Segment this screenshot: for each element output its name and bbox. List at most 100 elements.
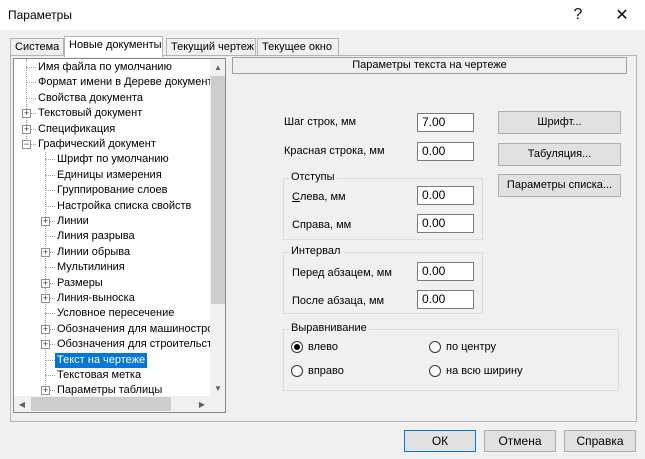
expand-icon[interactable]: +	[41, 278, 50, 288]
first-line-input[interactable]: 0.00	[417, 142, 474, 161]
tree-item-label: Свойства документа	[38, 91, 143, 104]
tree-item[interactable]: Мультилиния	[14, 260, 210, 275]
ok-button[interactable]: ОК	[404, 430, 476, 452]
tree-item[interactable]: Текст на чертеже	[14, 352, 210, 368]
expand-icon[interactable]: +	[41, 324, 50, 334]
tree-item[interactable]: Настройка списка свойств	[14, 199, 210, 214]
expand-icon[interactable]: +	[22, 124, 31, 134]
interval-after-input[interactable]: 0.00	[417, 290, 474, 309]
align-center-radio[interactable]	[429, 341, 441, 353]
expand-icon[interactable]: +	[41, 386, 50, 396]
scroll-left-icon[interactable]: ◀	[14, 396, 30, 412]
scroll-right-icon[interactable]: ▶	[194, 396, 210, 412]
tree-item[interactable]: Имя файла по умолчанию	[14, 60, 210, 75]
interval-after-label: После абзаца, мм	[292, 295, 385, 307]
align-right-label[interactable]: вправо	[308, 365, 344, 377]
tree-item-label: Размеры	[57, 276, 103, 289]
scroll-up-icon[interactable]: ▲	[210, 59, 225, 75]
tree-vertical-scrollbar[interactable]: ▲ ▼	[210, 59, 225, 396]
settings-tree[interactable]: Имя файла по умолчанию Формат имени в Дер…	[13, 58, 226, 413]
tree-item[interactable]: + Обозначения для строительства	[14, 337, 224, 352]
align-left-label[interactable]: влево	[308, 341, 338, 353]
cancel-button[interactable]: Отмена	[484, 430, 556, 452]
tree-item[interactable]: Текстовая метка	[14, 368, 210, 383]
tree-item-label: Условное пересечение	[57, 307, 175, 320]
tab-system[interactable]: Система	[10, 38, 64, 56]
tree-horizontal-scrollbar[interactable]: ◀ ▶	[14, 396, 210, 412]
tree-item[interactable]: Группирование слоев	[14, 183, 210, 198]
vertical-scroll-thumb[interactable]	[211, 76, 225, 304]
indent-left-label: Слева, мм	[292, 191, 346, 203]
tree-item[interactable]: Шрифт по умолчанию	[14, 152, 210, 167]
tree-item-label: Обозначения для машиностроения	[57, 322, 226, 335]
close-icon[interactable]: ✕	[600, 0, 644, 30]
interval-before-input[interactable]: 0.00	[417, 262, 474, 281]
tree-item[interactable]: + Линия-выноска	[14, 291, 210, 306]
tabulation-button[interactable]: Табуляция...	[498, 143, 621, 166]
indent-right-input[interactable]: 0.00	[417, 214, 474, 233]
tree-item[interactable]: + Линии	[14, 214, 210, 229]
align-justify-radio[interactable]	[429, 365, 441, 377]
tree-item[interactable]: + Линии обрыва	[14, 245, 210, 260]
tree-item-label: Обозначения для строительства	[57, 338, 224, 351]
tree-item-label: Единицы измерения	[57, 168, 162, 181]
tree-item-label: Графический документ	[38, 138, 156, 150]
tree-item-label: Группирование слоев	[57, 184, 168, 197]
list-params-button[interactable]: Параметры списка...	[498, 174, 621, 197]
line-spacing-label: Шаг строк, мм	[284, 116, 357, 128]
interval-group-title: Интервал	[289, 245, 343, 257]
tree-item[interactable]: + Спецификация	[14, 122, 210, 137]
expand-icon[interactable]: +	[41, 340, 50, 350]
expand-icon[interactable]: +	[22, 109, 31, 119]
first-line-label: Красная строка, мм	[284, 145, 385, 157]
help-icon[interactable]: ?	[556, 0, 600, 30]
tree-guide-branch	[45, 359, 55, 361]
tree-item-label: Имя файла по умолчанию	[38, 61, 172, 73]
tree-item[interactable]: Формат имени в Дереве документа	[14, 75, 218, 90]
tree-item-label-selected: Текст на чертеже	[55, 352, 148, 368]
indents-group-title: Отступы	[289, 171, 337, 183]
horizontal-scroll-thumb[interactable]	[31, 397, 171, 411]
align-right-radio[interactable]	[291, 365, 303, 377]
scrollbar-corner	[210, 396, 225, 412]
tree-guide-branch	[45, 174, 55, 176]
tree-guide-branch	[26, 97, 36, 99]
tree-guide-branch	[26, 82, 36, 84]
tree-item-label: Линия разрыва	[57, 230, 135, 243]
align-center-label[interactable]: по центру	[446, 341, 496, 353]
tree-item-label: Линия-выноска	[57, 292, 135, 304]
indent-left-input[interactable]: 0.00	[417, 186, 474, 205]
align-justify-label[interactable]: на всю ширину	[446, 365, 523, 377]
tree-item[interactable]: Линия разрыва	[14, 229, 210, 244]
align-left-radio[interactable]	[291, 341, 303, 353]
line-spacing-input[interactable]: 7.00	[417, 113, 474, 132]
tree-item[interactable]: + Размеры	[14, 276, 210, 291]
expand-icon[interactable]: +	[41, 294, 50, 303]
tree-guide-branch	[45, 267, 55, 269]
interval-before-label: Перед абзацем, мм	[292, 267, 392, 279]
expand-icon[interactable]: +	[41, 247, 50, 257]
collapse-icon[interactable]: −	[22, 140, 31, 149]
tree-item-label: Шрифт по умолчанию	[57, 153, 169, 166]
expand-icon[interactable]: +	[41, 217, 50, 226]
font-button[interactable]: Шрифт...	[498, 111, 621, 134]
tree-guide-branch	[26, 67, 36, 68]
tree-item[interactable]: Единицы измерения	[14, 168, 210, 183]
tab-current-window[interactable]: Текущее окно	[257, 38, 339, 56]
tree-item[interactable]: + Текстовый документ	[14, 106, 210, 121]
help-button[interactable]: Справка	[564, 430, 636, 452]
tree-item-label: Текстовый документ	[38, 107, 143, 120]
tab-new-documents[interactable]: Новые документы	[64, 36, 163, 57]
title-bar: Параметры ? ✕	[0, 0, 645, 30]
tree-item[interactable]: + Обозначения для машиностроения	[14, 322, 225, 337]
tree-item-label: Мультилиния	[57, 261, 125, 274]
tree-item[interactable]: − Графический документ	[14, 137, 210, 152]
tree-item[interactable]: Условное пересечение	[14, 306, 210, 321]
tree-guide-branch	[45, 375, 55, 376]
tree-item[interactable]: Свойства документа	[14, 91, 210, 106]
alignment-group-title: Выравнивание	[289, 322, 369, 334]
tree-item-label: Настройка списка свойств	[57, 199, 192, 212]
indent-left-label-rest: лева, мм	[299, 191, 346, 203]
tab-current-drawing[interactable]: Текущий чертеж	[166, 38, 256, 56]
scroll-down-icon[interactable]: ▼	[210, 380, 225, 396]
